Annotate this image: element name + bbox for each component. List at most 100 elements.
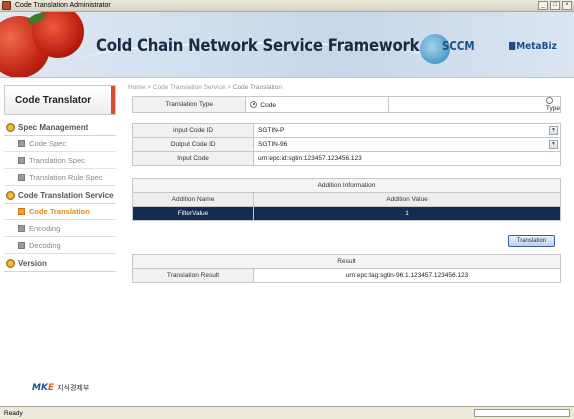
output-code-id-select[interactable]: SGTIN-96 ▼	[253, 137, 561, 152]
input-code-id-row: Input Code ID SGTIN-P ▼	[132, 123, 561, 138]
output-code-id-row: Output Code ID SGTIN-96 ▼	[132, 137, 561, 152]
status-text: Ready	[4, 409, 23, 417]
window-title: Code Translation Administrator	[15, 2, 111, 9]
square-bullet-icon	[18, 208, 25, 215]
mke-logo-e: E	[47, 383, 55, 393]
input-code-field[interactable]: urn:epc:id:sgtin:123457.123456.123	[253, 151, 561, 166]
app-icon	[2, 1, 11, 10]
addition-name-header: Addition Name	[132, 192, 254, 207]
gear-icon	[6, 122, 15, 132]
type-radio-label: Type	[545, 105, 560, 112]
square-bullet-icon	[18, 157, 25, 164]
translation-result-row: Translation Result urn:epc:tag:sgtin-96:…	[132, 268, 561, 283]
mke-logo-text: 지식경제부	[57, 385, 90, 392]
close-button[interactable]: ×	[562, 1, 572, 10]
output-code-id-value: SGTIN-96	[258, 141, 288, 148]
option-type-cell[interactable]: Type	[387, 96, 562, 113]
sidebar-item-label: Code Spec	[29, 139, 67, 148]
breadcrumb-current: Code Translation	[232, 84, 282, 91]
sidebar-section-label: Spec Management	[18, 122, 89, 132]
code-input-table: Input Code ID SGTIN-P ▼ Output Code ID S…	[132, 123, 561, 166]
maximize-button[interactable]: □	[550, 1, 560, 10]
result-header-row: Result	[132, 254, 561, 269]
addition-value-cell[interactable]: 1	[253, 206, 561, 221]
status-progress-box	[474, 409, 570, 417]
mke-logo-m: M	[32, 383, 41, 393]
input-code-row: Input Code urn:epc:id:sgtin:123457.12345…	[132, 151, 561, 166]
square-bullet-icon	[18, 225, 25, 232]
sidebar-item-label: Encoding	[29, 224, 61, 233]
result-title: Result	[132, 254, 561, 269]
addition-column-header-row: Addition Name Addition Value	[132, 192, 561, 207]
breadcrumb-section[interactable]: Code Translation Service	[153, 84, 226, 91]
output-code-id-label: Output Code ID	[132, 137, 254, 152]
addition-info-table: Addition Information Addition Name Addit…	[132, 178, 561, 221]
sidebar-item-label: Translation Rule Spec	[29, 173, 103, 182]
square-bullet-icon	[18, 242, 25, 249]
translation-type-label: Translation Type	[131, 96, 247, 113]
sidebar: Code Translator Spec Management Code Spe…	[0, 79, 120, 406]
type-radio[interactable]	[545, 97, 553, 104]
addition-value-header: Addition Value	[253, 192, 561, 207]
translation-button[interactable]: Translation	[508, 235, 555, 247]
breadcrumb-separator: >	[227, 84, 231, 91]
sidebar-section-label: Version	[18, 258, 47, 268]
addition-name-cell: FilterValue	[132, 206, 254, 221]
header-banner: Cold Chain Network Service Framework SCC…	[0, 12, 574, 78]
output-code-id-select-box: SGTIN-96 ▼	[258, 140, 560, 149]
input-code-label: Input Code	[132, 151, 254, 166]
sidebar-title: Code Translator	[15, 95, 92, 106]
input-code-id-value: SGTIN-P	[258, 127, 285, 134]
sidebar-item-label: Code Translation	[29, 207, 90, 216]
addition-info-title: Addition Information	[132, 178, 561, 193]
breadcrumb-home[interactable]: Home	[128, 84, 145, 91]
breadcrumb-separator: >	[147, 84, 151, 91]
translation-type-row: Translation Type Code Type	[131, 96, 562, 113]
code-radio[interactable]	[250, 100, 258, 108]
metabiz-logo: MetaBiz	[509, 41, 557, 52]
sidebar-item-code-translation[interactable]: Code Translation	[4, 204, 116, 220]
sidebar-title-accent	[111, 86, 115, 114]
sidebar-item-translation-spec[interactable]: Translation Spec	[4, 153, 116, 169]
window-titlebar: Code Translation Administrator _ □ ×	[0, 0, 574, 12]
sidebar-section-code-translation-service[interactable]: Code Translation Service	[4, 187, 116, 204]
sidebar-item-encoding[interactable]: Encoding	[4, 221, 116, 237]
input-code-id-select[interactable]: SGTIN-P ▼	[253, 123, 561, 138]
table-row[interactable]: FilterValue 1	[132, 206, 561, 221]
breadcrumb: Home > Code Translation Service > Code T…	[128, 84, 282, 91]
translation-result-label: Translation Result	[132, 268, 254, 283]
gear-icon	[6, 190, 15, 200]
mke-logo: MKE 지식경제부	[32, 383, 89, 393]
chevron-down-icon[interactable]: ▼	[549, 140, 558, 149]
addition-info-header-row: Addition Information	[132, 178, 561, 193]
input-code-id-label: Input Code ID	[132, 123, 254, 138]
translation-result-value: urn:epc:tag:sgtin-96:1.123457.123456.123	[253, 268, 561, 283]
translation-type-table: Translation Type Code Type	[131, 96, 562, 113]
banner-headline: Cold Chain Network Service Framework	[96, 36, 420, 56]
square-bullet-icon	[18, 140, 25, 147]
metabiz-logo-text: MetaBiz	[516, 41, 557, 52]
status-bar: Ready	[0, 406, 574, 419]
code-radio-label: Code	[260, 101, 276, 109]
input-code-id-select-box: SGTIN-P ▼	[258, 126, 560, 135]
sidebar-item-code-spec[interactable]: Code Spec	[4, 136, 116, 152]
sccm-logo: SCCM	[442, 39, 475, 53]
sidebar-item-decoding[interactable]: Decoding	[4, 238, 116, 254]
square-bullet-icon	[18, 174, 25, 181]
sidebar-item-label: Translation Spec	[29, 156, 86, 165]
window-controls: _ □ ×	[538, 1, 572, 10]
result-table: Result Translation Result urn:epc:tag:sg…	[132, 254, 561, 283]
sidebar-title-box: Code Translator	[4, 85, 116, 115]
minimize-button[interactable]: _	[538, 1, 548, 10]
sidebar-item-translation-rule-spec[interactable]: Translation Rule Spec	[4, 170, 116, 186]
mke-logo-k: K	[40, 383, 48, 393]
chevron-down-icon[interactable]: ▼	[549, 126, 558, 135]
mke-logo-mark: MKE	[32, 383, 54, 393]
sidebar-section-label: Code Translation Service	[18, 190, 114, 200]
metabiz-icon	[509, 42, 516, 50]
sidebar-item-label: Decoding	[29, 241, 61, 250]
sidebar-section-version[interactable]: Version	[4, 255, 116, 272]
option-code-cell[interactable]: Code	[245, 96, 389, 113]
sidebar-section-spec-management[interactable]: Spec Management	[4, 119, 116, 136]
gear-icon	[6, 258, 15, 268]
